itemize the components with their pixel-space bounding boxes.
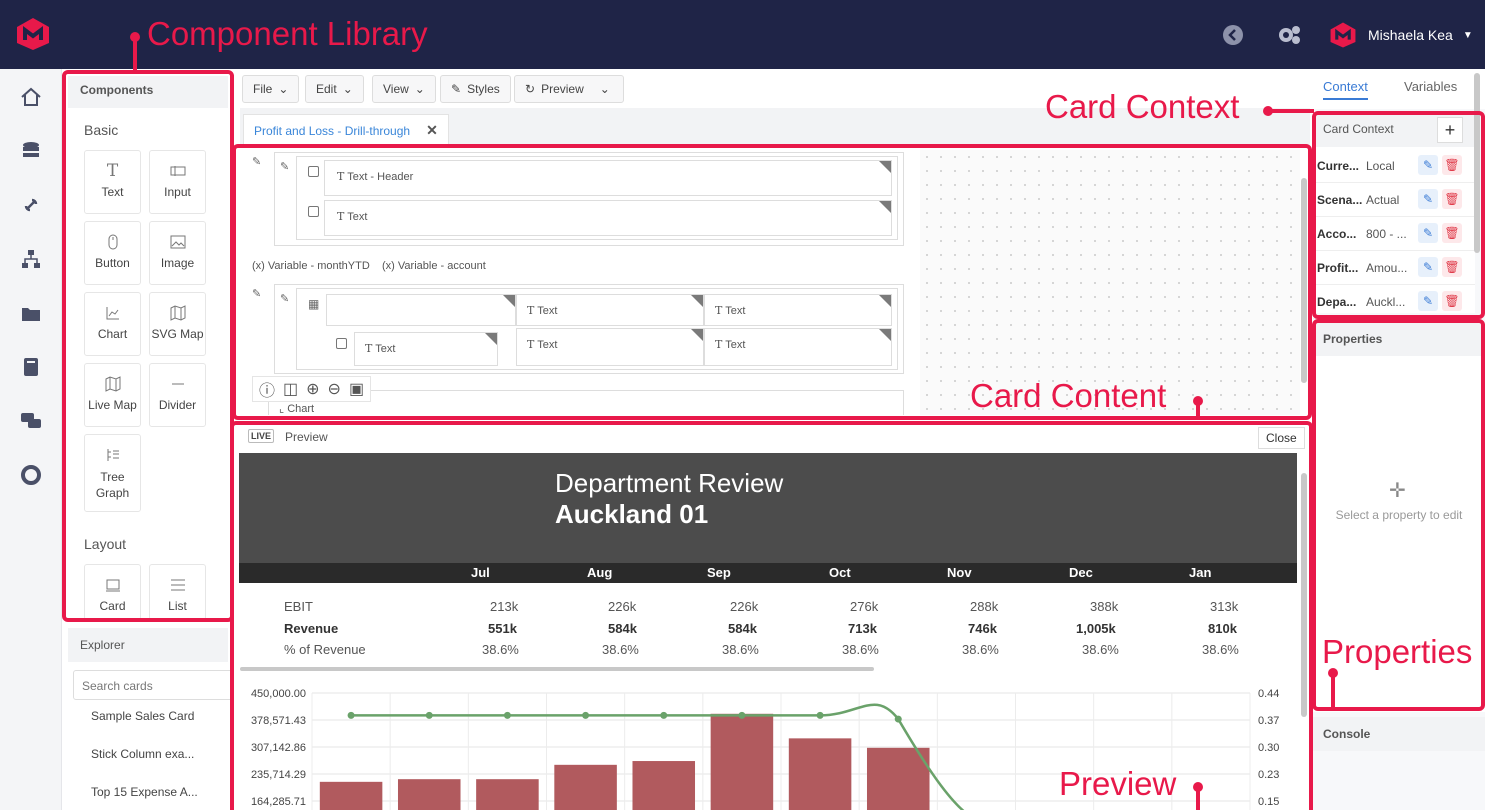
book-icon[interactable] — [19, 355, 43, 379]
brand-logo-icon[interactable] — [14, 16, 52, 52]
annotation-line — [1268, 109, 1314, 113]
styles-button[interactable]: ✎ Styles — [440, 75, 511, 103]
chevron-down-icon: ▼ — [1462, 29, 1473, 41]
annotation-card-context: Card Context — [1045, 88, 1240, 125]
annotation-line — [1196, 400, 1200, 420]
annotation-dot — [1328, 668, 1338, 678]
search-cards-input[interactable]: Search cards — [73, 670, 233, 700]
refresh-icon: ↻ — [525, 82, 536, 96]
chevron-down-icon: ⌄ — [342, 82, 353, 96]
annotation-component-library: Component Library — [147, 15, 428, 52]
annotation-properties: Properties — [1322, 633, 1473, 670]
settings-gears-icon[interactable] — [1276, 24, 1300, 46]
card-context-highlight — [1312, 111, 1485, 319]
explorer-item[interactable]: Top 15 Expense A... — [91, 785, 198, 799]
preview-button[interactable]: ↻ Preview ⌄ — [514, 75, 624, 103]
preview-highlight — [230, 421, 1313, 810]
tab-context[interactable]: Context — [1323, 79, 1368, 100]
explorer-item[interactable]: Stick Column exa... — [91, 747, 194, 761]
hierarchy-icon[interactable] — [19, 247, 43, 271]
view-menu-button[interactable]: View ⌄ — [372, 75, 436, 103]
explorer-panel: Explorer Search cards Sample Sales Card … — [68, 628, 233, 810]
close-tab-icon[interactable]: ✕ — [426, 122, 438, 139]
user-avatar-icon — [1330, 22, 1356, 48]
tab-variables[interactable]: Variables — [1404, 79, 1457, 94]
back-arrow-icon[interactable] — [1222, 24, 1244, 46]
app-frame: Mishaela Kea ▼ Components Basic T Text I… — [0, 0, 1485, 810]
folders-icon[interactable] — [19, 301, 43, 325]
user-menu[interactable]: Mishaela Kea ▼ — [1328, 20, 1473, 50]
tab-profit-and-loss[interactable]: Profit and Loss - Drill-through ✕ — [243, 114, 449, 146]
user-name: Mishaela Kea — [1368, 27, 1453, 43]
chevron-down-icon: ⌄ — [414, 82, 425, 96]
console-title[interactable]: Console — [1313, 717, 1485, 751]
annotation-line — [133, 36, 137, 72]
context-tabs: Context Variables — [1313, 69, 1485, 109]
annotation-preview: Preview — [1059, 765, 1177, 802]
annotation-card-content: Card Content — [970, 377, 1167, 414]
explorer-item[interactable]: Sample Sales Card — [91, 709, 194, 723]
annotation-line — [1196, 786, 1200, 810]
database-icon[interactable] — [19, 139, 43, 163]
file-menu-button[interactable]: File ⌄ — [242, 75, 300, 103]
link-icon[interactable] — [19, 193, 43, 217]
chat-icon[interactable] — [19, 409, 43, 433]
chevron-down-icon: ⌄ — [599, 82, 610, 96]
paint-roller-icon: ✎ — [451, 82, 462, 96]
help-ring-icon[interactable] — [19, 463, 43, 487]
left-nav — [0, 69, 62, 810]
chevron-down-icon: ⌄ — [278, 82, 289, 96]
component-library-highlight — [62, 70, 234, 622]
edit-menu-button[interactable]: Edit ⌄ — [305, 75, 364, 103]
explorer-title: Explorer — [68, 628, 228, 662]
home-icon[interactable] — [19, 85, 43, 109]
